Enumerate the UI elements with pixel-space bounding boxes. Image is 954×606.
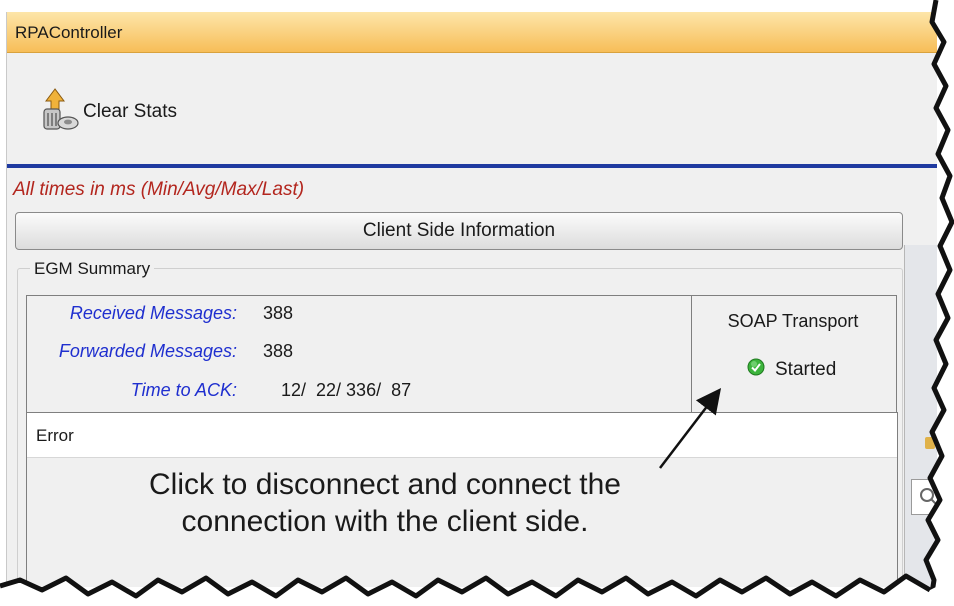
green-check-icon xyxy=(747,358,765,381)
error-header-label: Error xyxy=(36,426,74,445)
soap-transport-title: SOAP Transport xyxy=(727,311,859,331)
search-icon[interactable] xyxy=(911,479,937,515)
clear-stats-button[interactable]: Clear Stats xyxy=(37,87,185,137)
window-title: RPAController xyxy=(15,23,123,42)
soap-transport-panel: SOAP Transport Started xyxy=(690,295,897,414)
toolbar: Clear Stats xyxy=(7,53,937,164)
callout-line-2: connection with the client side. xyxy=(181,505,589,538)
times-note: All times in ms (Min/Avg/Max/Last) xyxy=(13,179,305,200)
folder-icon xyxy=(925,437,935,449)
time-to-ack-value: 12/ 22/ 336/ 87 xyxy=(281,380,412,400)
client-side-information-button[interactable]: Client Side Information xyxy=(15,212,903,250)
soap-transport-status: Started xyxy=(775,358,837,380)
received-messages-value: 388 xyxy=(263,303,294,323)
error-column-header: Error xyxy=(27,413,897,458)
time-to-ack-label: Time to ACK: xyxy=(130,380,237,400)
stat-row-received: Received Messages: 388 xyxy=(27,303,687,327)
egm-summary-title: EGM Summary xyxy=(30,259,155,279)
received-messages-label: Received Messages: xyxy=(69,303,237,323)
stat-row-forwarded: Forwarded Messages: 388 xyxy=(27,341,687,365)
clear-stats-icon xyxy=(37,87,81,138)
stats-panel: Received Messages: 388 Forwarded Message… xyxy=(26,295,692,414)
stat-row-time-to-ack: Time to ACK: 12/ 22/ 336/ 87 xyxy=(27,380,687,404)
toolbar-divider xyxy=(7,164,937,168)
clear-stats-label: Clear Stats xyxy=(83,101,177,122)
right-side-panel xyxy=(904,245,937,587)
callout-line-1: Click to disconnect and connect the xyxy=(149,468,621,501)
forwarded-messages-value: 388 xyxy=(263,341,294,361)
soap-transport-status-toggle[interactable]: Started xyxy=(747,358,836,381)
title-bar: RPAController xyxy=(7,12,937,53)
callout-annotation: Click to disconnect and connect the conn… xyxy=(60,466,710,540)
forwarded-messages-label: Forwarded Messages: xyxy=(58,341,237,361)
